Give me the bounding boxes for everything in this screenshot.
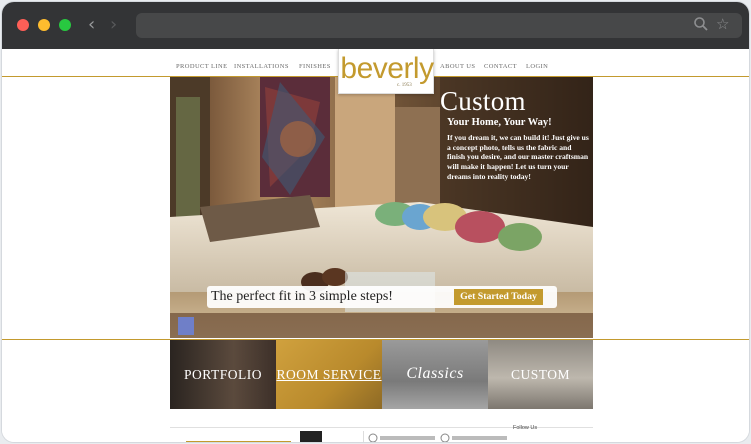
nav-installations[interactable]: INSTALLATIONS [234, 63, 289, 70]
nav-about-us[interactable]: ABOUT US [440, 63, 475, 70]
close-window-button[interactable] [17, 19, 29, 31]
site-logo[interactable]: beverly c. 1953 [338, 49, 434, 94]
steps-banner: The perfect fit in 3 simple steps! Get S… [207, 286, 557, 308]
browser-window: ‹ › ☆ PRODUCT LINE INSTALLATIONS FINISHE… [2, 2, 749, 442]
tile-room-service-label: ROOM SERVICE [276, 367, 382, 382]
minimize-window-button[interactable] [38, 19, 50, 31]
nav-login[interactable]: LOGIN [526, 63, 548, 70]
room-service-footer-banner [186, 431, 291, 442]
logo-wordmark: beverly [340, 52, 434, 85]
nav-contact[interactable]: CONTACT [484, 63, 517, 70]
footer-divider [363, 431, 364, 442]
hero-title: Custom [440, 86, 526, 116]
get-started-button[interactable]: Get Started Today [454, 289, 543, 305]
hero-subtitle: Your Home, Your Way! [447, 117, 552, 128]
partner-logo-icon [368, 433, 435, 442]
tile-portfolio[interactable]: PORTFOLIO [170, 340, 276, 409]
footer-strip: Follow Us [170, 425, 593, 442]
partner-logo-icon [440, 433, 507, 442]
hero-description: If you dream it, we can build it! Just g… [447, 133, 589, 181]
browser-titlebar: ‹ › ☆ [2, 2, 749, 49]
address-bar[interactable]: ☆ [136, 13, 742, 38]
logo-since-text: c. 1953 [397, 83, 412, 88]
tile-classics[interactable]: Classics [382, 340, 488, 409]
web-page: PRODUCT LINE INSTALLATIONS FINISHES ABOU… [2, 49, 749, 442]
tile-portfolio-label: PORTFOLIO [184, 367, 262, 382]
follow-us-label: Follow Us [513, 425, 538, 431]
nav-product-line[interactable]: PRODUCT LINE [176, 63, 227, 70]
tile-custom-label: CUSTOM [510, 367, 571, 382]
search-icon[interactable] [693, 16, 709, 32]
zoom-window-button[interactable] [59, 19, 71, 31]
tile-custom[interactable]: CUSTOM [488, 340, 593, 409]
tile-room-service[interactable]: ROOM SERVICE [276, 340, 382, 409]
forward-arrow-icon[interactable]: › [110, 14, 117, 36]
steps-text: The perfect fit in 3 simple steps! [211, 289, 393, 304]
back-arrow-icon[interactable]: ‹ [88, 14, 95, 36]
category-tiles: PORTFOLIO ROOM SERVICE Classics CUSTOM [170, 340, 593, 409]
footer-thumbnail [300, 431, 322, 442]
bookmark-star-icon[interactable]: ☆ [716, 14, 729, 34]
hero-banner: Custom Your Home, Your Way! If you dream… [170, 77, 593, 338]
nav-finishes[interactable]: FINISHES [299, 63, 331, 70]
tile-classics-label: Classics [406, 365, 464, 382]
